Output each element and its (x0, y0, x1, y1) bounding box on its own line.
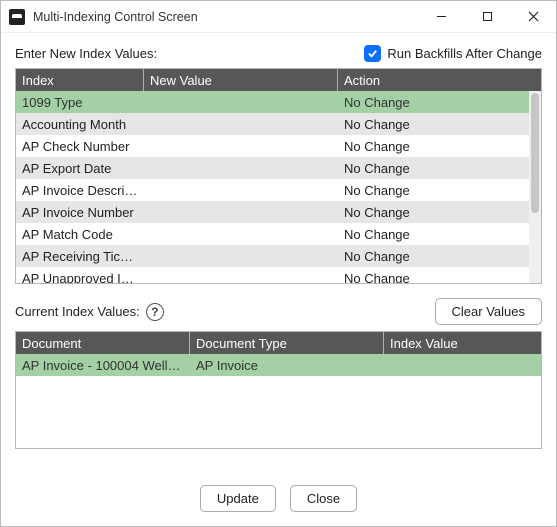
new-values-header: Index New Value Action (16, 69, 541, 91)
cell-action: No Change (338, 139, 541, 154)
close-dialog-button[interactable]: Close (290, 485, 357, 512)
scrollbar-thumb[interactable] (531, 93, 539, 213)
cell-action: No Change (338, 249, 541, 264)
cell-index: AP Invoice Number (16, 205, 144, 220)
cell-action: No Change (338, 117, 541, 132)
window-title: Multi-Indexing Control Screen (33, 10, 418, 24)
col-document-type[interactable]: Document Type (190, 332, 384, 354)
cell-index: AP Check Number (16, 139, 144, 154)
clear-values-button[interactable]: Clear Values (435, 298, 542, 325)
table-row[interactable]: Accounting Month No Change (16, 113, 541, 135)
run-backfills-label: Run Backfills After Change (387, 46, 542, 61)
help-icon[interactable]: ? (146, 303, 164, 321)
cell-index: AP Unapproved Invoic... (16, 271, 144, 284)
window-controls (418, 1, 556, 32)
table-row[interactable]: 1099 Type No Change (16, 91, 541, 113)
table-row[interactable]: AP Export Date No Change (16, 157, 541, 179)
cell-doc-type: AP Invoice (190, 358, 384, 373)
new-values-body: 1099 Type No Change Accounting Month No Cha… (16, 91, 541, 283)
table-row[interactable]: AP Match Code No Change (16, 223, 541, 245)
run-backfills-checkbox[interactable] (364, 45, 381, 62)
update-button[interactable]: Update (200, 485, 276, 512)
current-values-table: Document Document Type Index Value AP In… (15, 331, 542, 449)
cell-index: AP Match Code (16, 227, 144, 242)
cell-index: Accounting Month (16, 117, 144, 132)
col-index-value[interactable]: Index Value (384, 332, 541, 354)
table-row[interactable]: AP Invoice Number No Change (16, 201, 541, 223)
titlebar: Multi-Indexing Control Screen (1, 1, 556, 33)
table-row[interactable]: AP Receiving Ticket N... No Change (16, 245, 541, 267)
cell-index: AP Invoice Description (16, 183, 144, 198)
cell-document: AP Invoice - 100004 Wells Dug F... (16, 358, 190, 373)
cell-action: No Change (338, 205, 541, 220)
footer: Update Close (15, 471, 542, 526)
cell-action: No Change (338, 271, 541, 284)
content-area: Enter New Index Values: Run Backfills Af… (1, 33, 556, 526)
cell-index: AP Export Date (16, 161, 144, 176)
cell-action: No Change (338, 227, 541, 242)
maximize-button[interactable] (464, 1, 510, 32)
app-icon (9, 9, 25, 25)
mid-row: Current Index Values: ? Clear Values (15, 298, 542, 325)
enter-new-label: Enter New Index Values: (15, 46, 157, 61)
top-row: Enter New Index Values: Run Backfills Af… (15, 45, 542, 62)
col-action[interactable]: Action (338, 69, 541, 91)
cell-action: No Change (338, 161, 541, 176)
current-values-label-wrap: Current Index Values: ? (15, 303, 164, 321)
new-values-table: Index New Value Action 1099 Type No Chang… (15, 68, 542, 284)
current-values-header: Document Document Type Index Value (16, 332, 541, 354)
current-values-label: Current Index Values: (15, 304, 140, 319)
cell-index: 1099 Type (16, 95, 144, 110)
cell-index: AP Receiving Ticket N... (16, 249, 144, 264)
col-new-value[interactable]: New Value (144, 69, 338, 91)
close-button[interactable] (510, 1, 556, 32)
table-row[interactable]: AP Invoice - 100004 Wells Dug F...AP Inv… (16, 354, 541, 376)
table-row[interactable]: AP Invoice Description No Change (16, 179, 541, 201)
cell-action: No Change (338, 95, 541, 110)
table-row[interactable]: AP Unapproved Invoic... No Change (16, 267, 541, 283)
run-backfills-checkbox-wrap[interactable]: Run Backfills After Change (364, 45, 542, 62)
minimize-button[interactable] (418, 1, 464, 32)
current-values-body: AP Invoice - 100004 Wells Dug F...AP Inv… (16, 354, 541, 448)
col-document[interactable]: Document (16, 332, 190, 354)
col-index[interactable]: Index (16, 69, 144, 91)
table-row[interactable]: AP Check Number No Change (16, 135, 541, 157)
cell-action: No Change (338, 183, 541, 198)
scrollbar[interactable] (529, 91, 541, 283)
